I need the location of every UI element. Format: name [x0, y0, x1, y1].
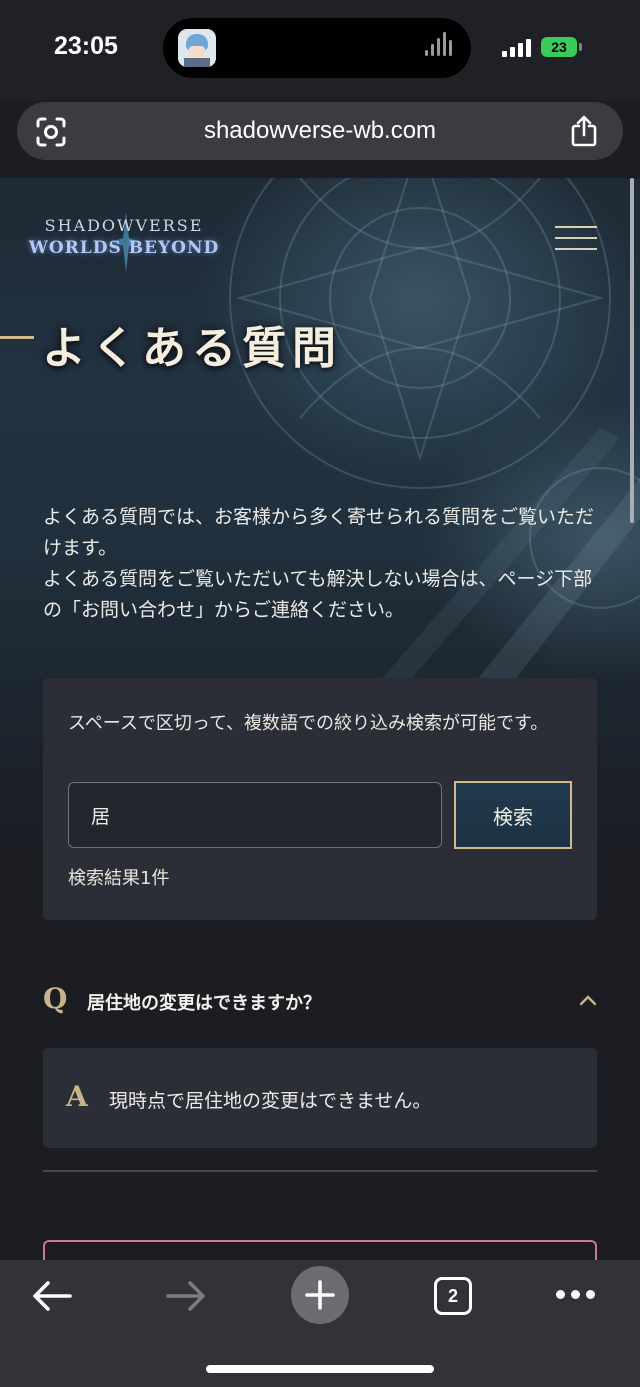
contact-section-box[interactable] [43, 1240, 597, 1260]
hamburger-menu-icon[interactable] [555, 226, 597, 250]
site-logo[interactable]: SHADOWVERSE WORLDS BEYOND [24, 212, 224, 272]
faq-question-row[interactable]: Q 居住地の変更はできますか？ [43, 982, 597, 1022]
share-icon[interactable] [569, 114, 599, 148]
battery-icon: 23 [541, 37, 577, 57]
intro-paragraph-2: よくある質問をご覧いただいても解決しない場合は、ページ下部の「お問い合わせ」から… [43, 568, 593, 621]
tabs-icon[interactable]: 2 [434, 1277, 472, 1315]
cellular-signal-icon [502, 37, 532, 57]
faq-answer: 現時点で居住地の変更はできません。 [109, 1090, 432, 1112]
plus-icon [305, 1280, 335, 1310]
new-tab-button[interactable] [291, 1266, 349, 1324]
search-result-count: 検索結果1件 [68, 868, 170, 889]
question-mark-label: Q [43, 982, 68, 1015]
forward-arrow-icon[interactable] [164, 1278, 208, 1314]
search-button[interactable]: 検索 [454, 781, 572, 849]
web-page: SHADOWVERSE WORLDS BEYOND よくある質問 よくある質問で… [0, 178, 640, 1260]
chevron-up-icon[interactable] [579, 994, 597, 1006]
search-hint: スペースで区切って、複数語での絞り込み検索が可能です。 [68, 713, 549, 734]
status-bar: 23:05 23 [0, 0, 640, 100]
battery-tip [579, 43, 582, 51]
page-scrollbar[interactable] [630, 178, 634, 523]
more-icon[interactable] [556, 1290, 596, 1300]
audio-wave-icon [423, 32, 455, 64]
faq-answer-panel: A 現時点で居住地の変更はできません。 [43, 1048, 597, 1148]
faq-question[interactable]: 居住地の変更はできますか？ [87, 989, 321, 1015]
logo-text-bottom: WORLDS BEYOND [28, 238, 220, 258]
address-bar[interactable]: shadowverse-wb.com [17, 102, 623, 160]
search-panel: スペースで区切って、複数語での絞り込み検索が可能です。 検索 検索結果1件 [43, 678, 597, 920]
home-indicator[interactable] [206, 1365, 434, 1373]
title-accent-line [0, 336, 34, 339]
answer-mark-label: A [66, 1080, 88, 1113]
now-playing-app-icon [178, 29, 216, 67]
url-text[interactable]: shadowverse-wb.com [17, 117, 623, 145]
intro-paragraph-1: よくある質問では、お客様から多く寄せられる質問をご覧いただけます。 [43, 506, 595, 559]
search-input[interactable] [68, 782, 442, 848]
logo-text-top: SHADOWVERSE [44, 216, 204, 235]
intro-text: よくある質問では、お客様から多く寄せられる質問をご覧いただけます。 よくある質問… [43, 502, 603, 626]
back-arrow-icon[interactable] [30, 1278, 74, 1314]
dynamic-island[interactable] [163, 18, 471, 78]
status-time: 23:05 [54, 32, 118, 60]
page-title: よくある質問 [42, 323, 342, 374]
browser-toolbar: 2 [0, 1260, 640, 1387]
faq-divider [43, 1170, 597, 1172]
